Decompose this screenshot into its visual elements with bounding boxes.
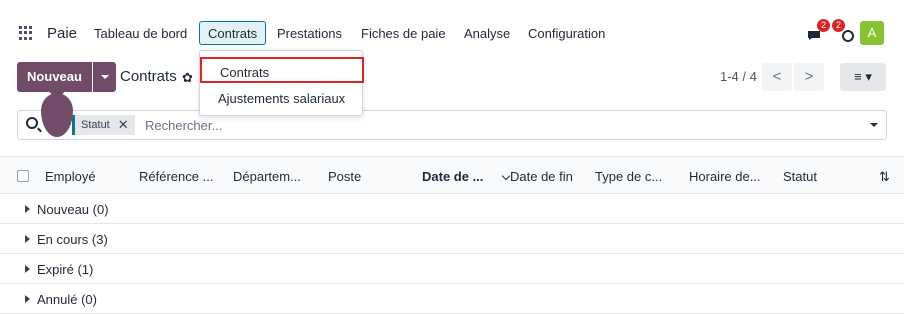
group-label: Annulé (0) xyxy=(37,292,97,307)
menu-item-analysis[interactable]: Analyse xyxy=(464,26,510,41)
apps-menu-icon[interactable] xyxy=(19,26,33,40)
menu-item-benefits[interactable]: Prestations xyxy=(277,26,342,41)
breadcrumb: Contrats xyxy=(120,68,177,85)
group-label: En cours (3) xyxy=(37,232,108,247)
group-row[interactable]: Expiré (1) xyxy=(0,254,904,284)
column-contract-type[interactable]: Type de c... xyxy=(595,169,662,184)
pager-prev-button[interactable]: < xyxy=(762,63,792,91)
search-options-toggle-icon[interactable] xyxy=(870,123,878,127)
group-row[interactable]: Annulé (0) xyxy=(0,284,904,314)
chat-badge: 2 xyxy=(817,19,830,32)
app-name[interactable]: Paie xyxy=(47,25,77,42)
menu-item-configuration[interactable]: Configuration xyxy=(528,26,605,41)
activity-clock-icon[interactable] xyxy=(842,30,854,42)
group-row[interactable]: En cours (3) xyxy=(0,224,904,254)
user-avatar[interactable]: A xyxy=(860,21,884,45)
chat-icon[interactable] xyxy=(807,30,821,41)
caret-right-icon xyxy=(25,205,30,213)
dropdown-item-salary-adjustments[interactable]: Ajustements salariaux xyxy=(200,85,364,111)
new-dropdown-toggle[interactable] xyxy=(93,62,116,92)
column-reference[interactable]: Référence ... xyxy=(139,169,213,184)
search-bar[interactable]: Statut ✕ Rechercher... xyxy=(17,110,887,140)
caret-right-icon xyxy=(25,235,30,243)
pager-value[interactable]: 1-4 / 4 xyxy=(720,69,757,84)
sort-desc-icon[interactable] xyxy=(501,171,511,181)
contracts-dropdown-menu: Contrats Ajustements salariaux xyxy=(199,50,364,116)
column-employee[interactable]: Employé xyxy=(45,169,96,184)
menu-item-contracts[interactable]: Contrats xyxy=(199,21,267,45)
search-icon[interactable] xyxy=(26,117,38,129)
pager-next-button[interactable]: > xyxy=(794,63,824,91)
column-start-date[interactable]: Date de ... xyxy=(422,169,483,184)
search-input[interactable]: Rechercher... xyxy=(145,118,222,133)
gear-icon[interactable]: ✿ xyxy=(182,70,193,86)
column-department[interactable]: Départem... xyxy=(233,169,301,184)
view-switcher-button[interactable]: ≡ ▾ xyxy=(840,63,886,91)
table-header: Employé Référence ... Départem... Poste … xyxy=(0,156,904,194)
top-navbar: Paie Tableau de bord Contrats Prestation… xyxy=(0,0,904,46)
facet-label: Statut xyxy=(81,119,110,131)
group-row[interactable]: Nouveau (0) xyxy=(0,194,904,224)
facet-remove-icon[interactable]: ✕ xyxy=(118,115,129,135)
caret-right-icon xyxy=(25,295,30,303)
column-schedule[interactable]: Horaire de... xyxy=(689,169,761,184)
column-position[interactable]: Poste xyxy=(328,169,361,184)
activity-badge: 2 xyxy=(832,19,845,32)
dropdown-item-contracts[interactable]: Contrats xyxy=(200,57,364,83)
group-label: Expiré (1) xyxy=(37,262,94,277)
search-facet-status: Statut ✕ xyxy=(72,115,135,135)
column-settings-icon[interactable]: ⇅ xyxy=(879,169,890,185)
select-all-checkbox[interactable] xyxy=(17,170,29,182)
menu-item-payslips[interactable]: Fiches de paie xyxy=(361,26,446,41)
group-label: Nouveau (0) xyxy=(37,202,109,217)
column-status[interactable]: Statut xyxy=(783,169,817,184)
column-end-date[interactable]: Date de fin xyxy=(510,169,573,184)
caret-right-icon xyxy=(25,265,30,273)
menu-item-dashboard[interactable]: Tableau de bord xyxy=(94,26,187,41)
